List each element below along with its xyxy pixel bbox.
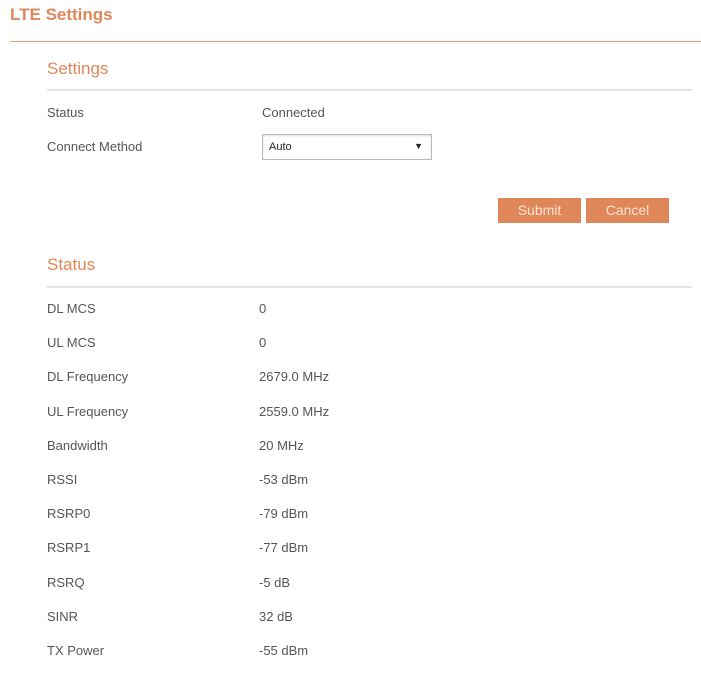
status-row-label: RSRP0: [47, 506, 91, 522]
status-heading: Status: [47, 255, 96, 274]
page-title: LTE Settings: [10, 5, 113, 24]
connect-method-select[interactable]: Auto ▼: [262, 134, 432, 160]
status-row-label: DL Frequency: [47, 369, 129, 385]
status-row-label: RSRQ: [47, 574, 85, 590]
status-row-value: -77 dBm: [259, 540, 309, 556]
divider: [10, 41, 701, 42]
status-row-value: -79 dBm: [259, 506, 309, 522]
status-row-value: 20 MHz: [259, 437, 304, 453]
status-row-value: -55 dBm: [259, 643, 309, 658]
status-row-label: TX Power: [47, 643, 105, 658]
status-row-label: RSSI: [47, 472, 78, 487]
connect-method-label: Connect Method: [47, 139, 143, 154]
status-value: Connected: [262, 105, 325, 120]
cancel-button[interactable]: Cancel: [586, 198, 669, 223]
status-row-value: -5 dB: [259, 574, 291, 590]
divider: [47, 89, 692, 91]
status-label: Status: [47, 105, 84, 120]
status-row-value: 2559.0 MHz: [259, 403, 330, 419]
settings-heading: Settings: [47, 59, 109, 78]
submit-button[interactable]: Submit: [498, 198, 581, 223]
status-row-value: 32 dB: [259, 608, 293, 624]
status-row-value: 0: [259, 301, 267, 316]
connect-method-value: Auto: [269, 141, 292, 153]
status-row-value: -53 dBm: [259, 472, 309, 487]
dropdown-arrow-icon: ▼: [414, 141, 423, 151]
status-row-label: SINR: [47, 608, 79, 624]
status-row-label: DL MCS: [47, 301, 96, 316]
status-row-label: UL Frequency: [47, 403, 129, 419]
status-row-value: 0: [259, 335, 267, 351]
status-row-label: UL MCS: [47, 335, 96, 351]
divider: [47, 286, 692, 288]
status-row-label: RSRP1: [47, 540, 91, 556]
status-row-value: 2679.0 MHz: [259, 369, 330, 385]
status-row-label: Bandwidth: [47, 437, 108, 453]
